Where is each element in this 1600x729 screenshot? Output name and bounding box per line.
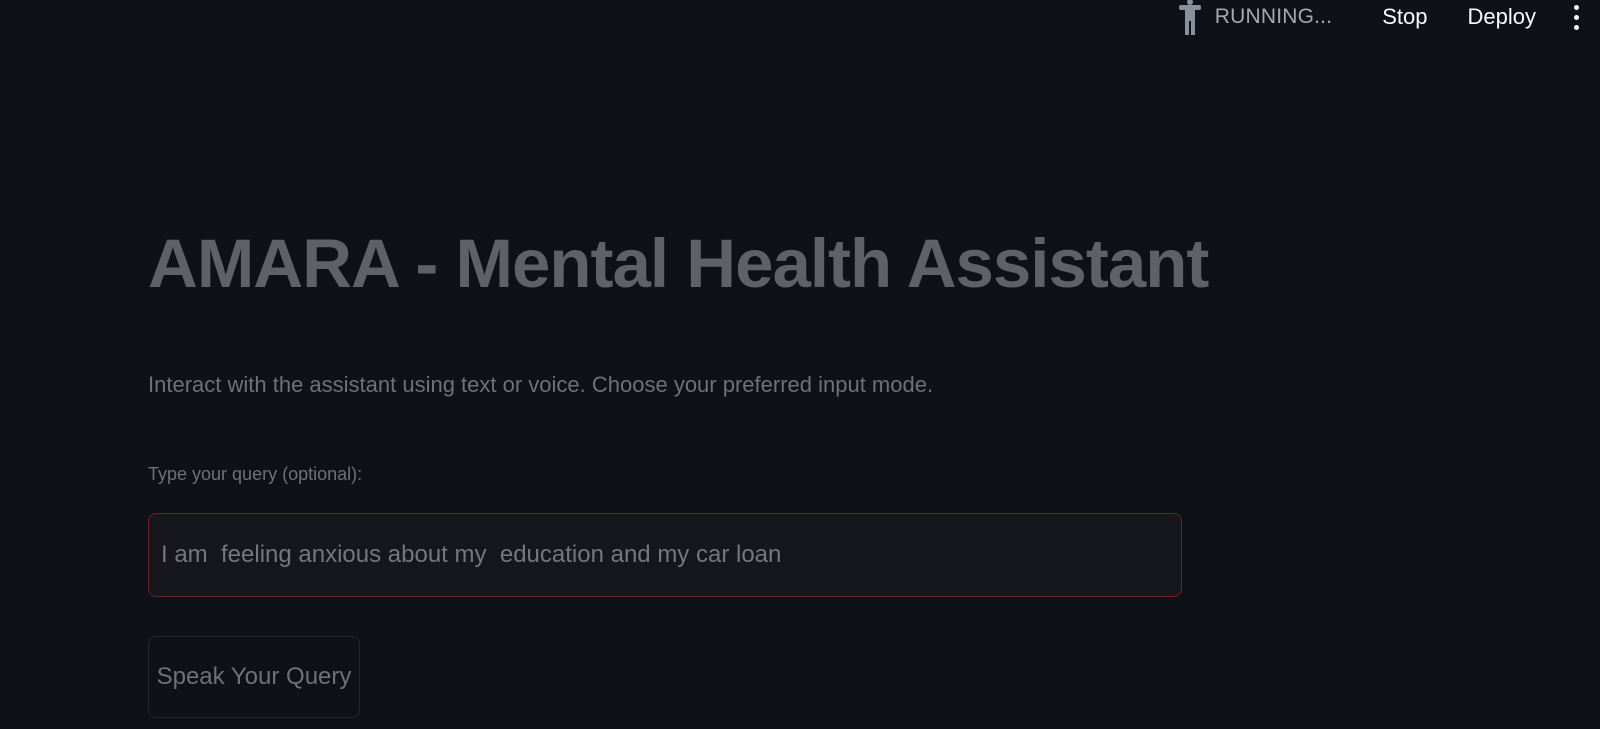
vertical-ellipsis-icon bbox=[1573, 4, 1579, 10]
query-label: Type your query (optional): bbox=[148, 464, 363, 484]
running-person-icon bbox=[1177, 0, 1203, 35]
deploy-button[interactable]: Deploy bbox=[1468, 4, 1536, 30]
speak-query-button[interactable]: Speak Your Query bbox=[148, 636, 360, 718]
running-status: RUNNING... bbox=[1177, 0, 1333, 35]
top-toolbar: RUNNING... Stop Deploy bbox=[1177, 0, 1600, 35]
status-text: RUNNING... bbox=[1214, 5, 1333, 28]
page-title: AMARA - Mental Health Assistant bbox=[148, 225, 1209, 302]
main-menu-button[interactable] bbox=[1566, 0, 1586, 34]
page-description: Interact with the assistant using text o… bbox=[148, 372, 934, 397]
stop-button[interactable]: Stop bbox=[1382, 4, 1427, 30]
app-page: RUNNING... Stop Deploy AMARA - Mental He… bbox=[0, 0, 1600, 729]
query-input[interactable] bbox=[148, 513, 1182, 597]
